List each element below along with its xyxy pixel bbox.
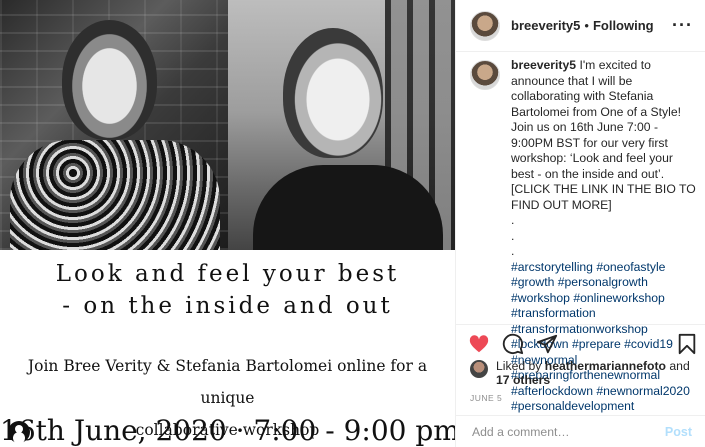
caption-dot-1: . [511, 213, 515, 227]
caption-dot-3: . [511, 244, 515, 258]
poster-subtitle-line-1: Join Bree Verity & Stefania Bartolomei o… [27, 357, 428, 407]
user-tag-icon[interactable] [8, 421, 30, 443]
comment-bar: Post [456, 415, 705, 447]
poster-date: 16th June, 2020 · 7:00 - 9:00 pm BST [0, 414, 455, 447]
username-link[interactable]: breeverity5 [511, 18, 580, 33]
liker-username-link[interactable]: heathermariannefoto [545, 359, 666, 373]
caption-username-link[interactable]: breeverity5 [511, 58, 576, 72]
portrait-top-right [253, 165, 443, 250]
more-options-icon[interactable]: ··· [672, 15, 693, 36]
liker-avatar[interactable] [470, 360, 488, 378]
comment-input[interactable] [470, 423, 665, 440]
avatar[interactable] [470, 10, 500, 41]
poster-title-line-2: - on the inside and out [62, 293, 393, 319]
portrait-blouse-left [10, 140, 220, 250]
portrait-face-right [283, 28, 383, 158]
heart-icon[interactable] [468, 333, 490, 355]
portrait-face-left [62, 20, 157, 140]
photo-collage [0, 0, 455, 250]
post-date[interactable]: JUNE 5 [470, 393, 502, 403]
likes-and: and [666, 359, 690, 373]
photo-left-portrait [0, 0, 228, 250]
photo-right-portrait [228, 0, 455, 250]
comment-icon[interactable] [502, 333, 524, 355]
caption-avatar[interactable] [470, 60, 500, 90]
likes-summary: Liked by heathermariannefoto and 17 othe… [470, 359, 696, 387]
likes-text: Liked by heathermariannefoto and 17 othe… [496, 359, 690, 387]
caption-text: I'm excited to announce that I will be c… [511, 58, 696, 212]
instagram-post: Look and feel your best - on the inside … [0, 0, 705, 447]
post-image[interactable]: Look and feel your best - on the inside … [0, 0, 455, 447]
separator-dot: • [584, 18, 589, 33]
poster-title: Look and feel your best - on the inside … [0, 258, 455, 322]
following-button[interactable]: Following [593, 18, 654, 33]
post-comment-button[interactable]: Post [665, 425, 692, 439]
poster-title-line-1: Look and feel your best [55, 261, 400, 287]
post-sidebar: breeverity5 • Following ··· breeverity5 … [455, 0, 705, 447]
post-header: breeverity5 • Following ··· [456, 0, 705, 52]
share-icon[interactable] [536, 333, 558, 355]
likes-others-link[interactable]: 17 others [496, 373, 550, 387]
likes-prefix: Liked by [496, 359, 545, 373]
bookmark-icon[interactable] [676, 333, 698, 355]
caption-dot-2: . [511, 228, 515, 243]
